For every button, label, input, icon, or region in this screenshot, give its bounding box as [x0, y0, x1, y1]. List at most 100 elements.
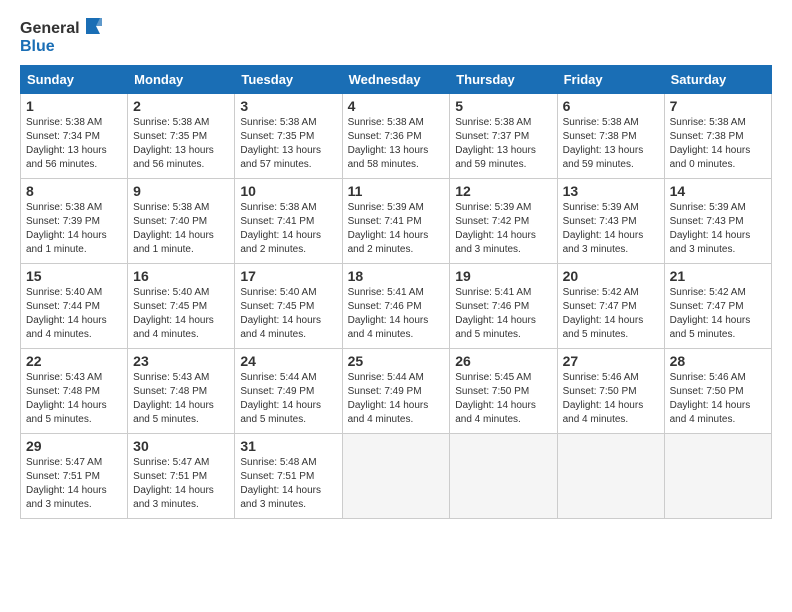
- sunrise: Sunrise: 5:40 AM: [240, 287, 316, 298]
- day-number: 11: [348, 183, 445, 199]
- sunset: Sunset: 7:37 PM: [455, 131, 529, 142]
- day-number: 8: [26, 183, 122, 199]
- sunset: Sunset: 7:49 PM: [348, 386, 422, 397]
- day-info: Sunrise: 5:38 AM Sunset: 7:41 PM Dayligh…: [240, 201, 336, 257]
- daylight: Daylight: 14 hours and 4 minutes.: [670, 400, 751, 425]
- sunrise: Sunrise: 5:38 AM: [455, 117, 531, 128]
- daylight: Daylight: 14 hours and 4 minutes.: [348, 400, 429, 425]
- calendar-day-cell: 15 Sunrise: 5:40 AM Sunset: 7:44 PM Dayl…: [21, 264, 128, 349]
- day-number: 24: [240, 353, 336, 369]
- calendar-day-cell: 14 Sunrise: 5:39 AM Sunset: 7:43 PM Dayl…: [664, 179, 771, 264]
- sunrise: Sunrise: 5:39 AM: [455, 202, 531, 213]
- sunrise: Sunrise: 5:44 AM: [348, 372, 424, 383]
- daylight: Daylight: 14 hours and 4 minutes.: [455, 400, 536, 425]
- calendar-day-cell: 26 Sunrise: 5:45 AM Sunset: 7:50 PM Dayl…: [450, 349, 557, 434]
- logo-general: General: [20, 20, 80, 38]
- day-number: 31: [240, 438, 336, 454]
- daylight: Daylight: 14 hours and 1 minute.: [26, 230, 107, 255]
- daylight: Daylight: 14 hours and 3 minutes.: [133, 485, 214, 510]
- day-info: Sunrise: 5:39 AM Sunset: 7:42 PM Dayligh…: [455, 201, 551, 257]
- daylight: Daylight: 14 hours and 2 minutes.: [348, 230, 429, 255]
- sunset: Sunset: 7:51 PM: [240, 471, 314, 482]
- day-number: 5: [455, 98, 551, 114]
- sunset: Sunset: 7:46 PM: [348, 301, 422, 312]
- calendar-day-cell: 25 Sunrise: 5:44 AM Sunset: 7:49 PM Dayl…: [342, 349, 450, 434]
- day-number: 6: [563, 98, 659, 114]
- day-info: Sunrise: 5:43 AM Sunset: 7:48 PM Dayligh…: [133, 371, 229, 427]
- daylight: Daylight: 14 hours and 0 minutes.: [670, 145, 751, 170]
- day-info: Sunrise: 5:40 AM Sunset: 7:45 PM Dayligh…: [133, 286, 229, 342]
- calendar-day-cell: 23 Sunrise: 5:43 AM Sunset: 7:48 PM Dayl…: [128, 349, 235, 434]
- day-info: Sunrise: 5:39 AM Sunset: 7:43 PM Dayligh…: [670, 201, 766, 257]
- sunrise: Sunrise: 5:40 AM: [133, 287, 209, 298]
- sunrise: Sunrise: 5:42 AM: [670, 287, 746, 298]
- day-info: Sunrise: 5:46 AM Sunset: 7:50 PM Dayligh…: [563, 371, 659, 427]
- calendar-day-cell: 31 Sunrise: 5:48 AM Sunset: 7:51 PM Dayl…: [235, 434, 342, 519]
- sunset: Sunset: 7:48 PM: [133, 386, 207, 397]
- calendar-week-row: 8 Sunrise: 5:38 AM Sunset: 7:39 PM Dayli…: [21, 179, 772, 264]
- day-info: Sunrise: 5:43 AM Sunset: 7:48 PM Dayligh…: [26, 371, 122, 427]
- daylight: Daylight: 14 hours and 3 minutes.: [563, 230, 644, 255]
- sunrise: Sunrise: 5:39 AM: [563, 202, 639, 213]
- day-number: 3: [240, 98, 336, 114]
- day-info: Sunrise: 5:38 AM Sunset: 7:35 PM Dayligh…: [133, 116, 229, 172]
- day-number: 23: [133, 353, 229, 369]
- calendar-day-cell: 27 Sunrise: 5:46 AM Sunset: 7:50 PM Dayl…: [557, 349, 664, 434]
- sunrise: Sunrise: 5:48 AM: [240, 457, 316, 468]
- day-number: 13: [563, 183, 659, 199]
- sunset: Sunset: 7:51 PM: [133, 471, 207, 482]
- sunrise: Sunrise: 5:43 AM: [26, 372, 102, 383]
- day-number: 12: [455, 183, 551, 199]
- daylight: Daylight: 13 hours and 57 minutes.: [240, 145, 321, 170]
- day-number: 30: [133, 438, 229, 454]
- calendar-table: SundayMondayTuesdayWednesdayThursdayFrid…: [20, 65, 772, 519]
- day-number: 25: [348, 353, 445, 369]
- daylight: Daylight: 14 hours and 2 minutes.: [240, 230, 321, 255]
- day-number: 7: [670, 98, 766, 114]
- logo: General Blue: [20, 20, 102, 55]
- daylight: Daylight: 13 hours and 59 minutes.: [563, 145, 644, 170]
- calendar-day-cell: 24 Sunrise: 5:44 AM Sunset: 7:49 PM Dayl…: [235, 349, 342, 434]
- day-number: 16: [133, 268, 229, 284]
- day-info: Sunrise: 5:39 AM Sunset: 7:41 PM Dayligh…: [348, 201, 445, 257]
- day-number: 28: [670, 353, 766, 369]
- sunrise: Sunrise: 5:39 AM: [670, 202, 746, 213]
- calendar-day-cell: [450, 434, 557, 519]
- day-number: 9: [133, 183, 229, 199]
- calendar-day-cell: 17 Sunrise: 5:40 AM Sunset: 7:45 PM Dayl…: [235, 264, 342, 349]
- day-number: 21: [670, 268, 766, 284]
- sunrise: Sunrise: 5:40 AM: [26, 287, 102, 298]
- calendar-day-cell: 13 Sunrise: 5:39 AM Sunset: 7:43 PM Dayl…: [557, 179, 664, 264]
- sunset: Sunset: 7:50 PM: [455, 386, 529, 397]
- weekday-header-cell: Monday: [128, 66, 235, 94]
- calendar-day-cell: 16 Sunrise: 5:40 AM Sunset: 7:45 PM Dayl…: [128, 264, 235, 349]
- day-info: Sunrise: 5:38 AM Sunset: 7:38 PM Dayligh…: [563, 116, 659, 172]
- daylight: Daylight: 14 hours and 3 minutes.: [670, 230, 751, 255]
- calendar-day-cell: 11 Sunrise: 5:39 AM Sunset: 7:41 PM Dayl…: [342, 179, 450, 264]
- sunrise: Sunrise: 5:47 AM: [26, 457, 102, 468]
- day-info: Sunrise: 5:41 AM Sunset: 7:46 PM Dayligh…: [455, 286, 551, 342]
- calendar-day-cell: [557, 434, 664, 519]
- sunrise: Sunrise: 5:45 AM: [455, 372, 531, 383]
- sunrise: Sunrise: 5:38 AM: [563, 117, 639, 128]
- day-info: Sunrise: 5:42 AM Sunset: 7:47 PM Dayligh…: [563, 286, 659, 342]
- sunset: Sunset: 7:47 PM: [670, 301, 744, 312]
- day-info: Sunrise: 5:38 AM Sunset: 7:34 PM Dayligh…: [26, 116, 122, 172]
- daylight: Daylight: 14 hours and 5 minutes.: [670, 315, 751, 340]
- sunrise: Sunrise: 5:38 AM: [348, 117, 424, 128]
- sunrise: Sunrise: 5:41 AM: [348, 287, 424, 298]
- daylight: Daylight: 14 hours and 5 minutes.: [455, 315, 536, 340]
- day-number: 1: [26, 98, 122, 114]
- daylight: Daylight: 14 hours and 5 minutes.: [240, 400, 321, 425]
- day-info: Sunrise: 5:48 AM Sunset: 7:51 PM Dayligh…: [240, 456, 336, 512]
- sunset: Sunset: 7:45 PM: [133, 301, 207, 312]
- logo-blue: Blue: [20, 38, 102, 56]
- sunset: Sunset: 7:35 PM: [240, 131, 314, 142]
- daylight: Daylight: 13 hours and 56 minutes.: [133, 145, 214, 170]
- calendar-day-cell: 5 Sunrise: 5:38 AM Sunset: 7:37 PM Dayli…: [450, 94, 557, 179]
- calendar-week-row: 29 Sunrise: 5:47 AM Sunset: 7:51 PM Dayl…: [21, 434, 772, 519]
- sunrise: Sunrise: 5:46 AM: [563, 372, 639, 383]
- sunset: Sunset: 7:34 PM: [26, 131, 100, 142]
- sunset: Sunset: 7:41 PM: [240, 216, 314, 227]
- sunset: Sunset: 7:42 PM: [455, 216, 529, 227]
